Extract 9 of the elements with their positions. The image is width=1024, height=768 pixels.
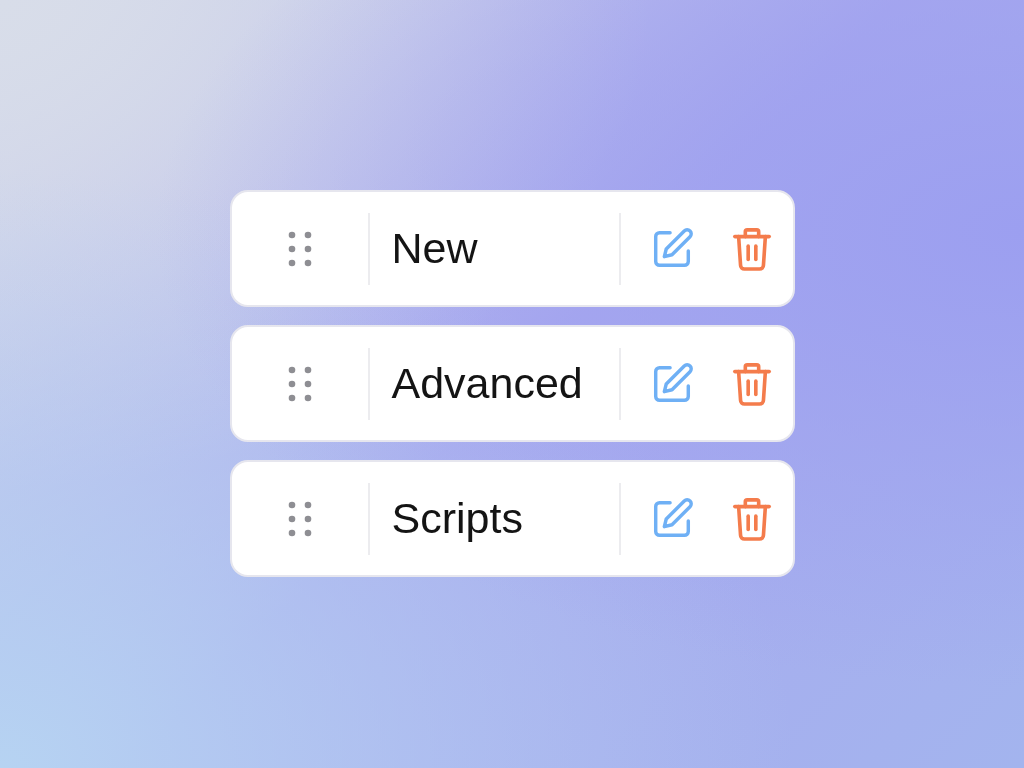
item-label: Advanced bbox=[390, 359, 584, 408]
drag-handle-icon[interactable] bbox=[286, 364, 313, 403]
delete-icon[interactable] bbox=[730, 495, 773, 542]
drag-handle-icon[interactable] bbox=[286, 229, 313, 268]
delete-icon[interactable] bbox=[730, 225, 773, 272]
delete-icon[interactable] bbox=[730, 360, 773, 407]
item-label: New bbox=[390, 224, 479, 273]
drag-handle-icon[interactable] bbox=[286, 499, 313, 538]
item-label: Scripts bbox=[390, 494, 524, 543]
